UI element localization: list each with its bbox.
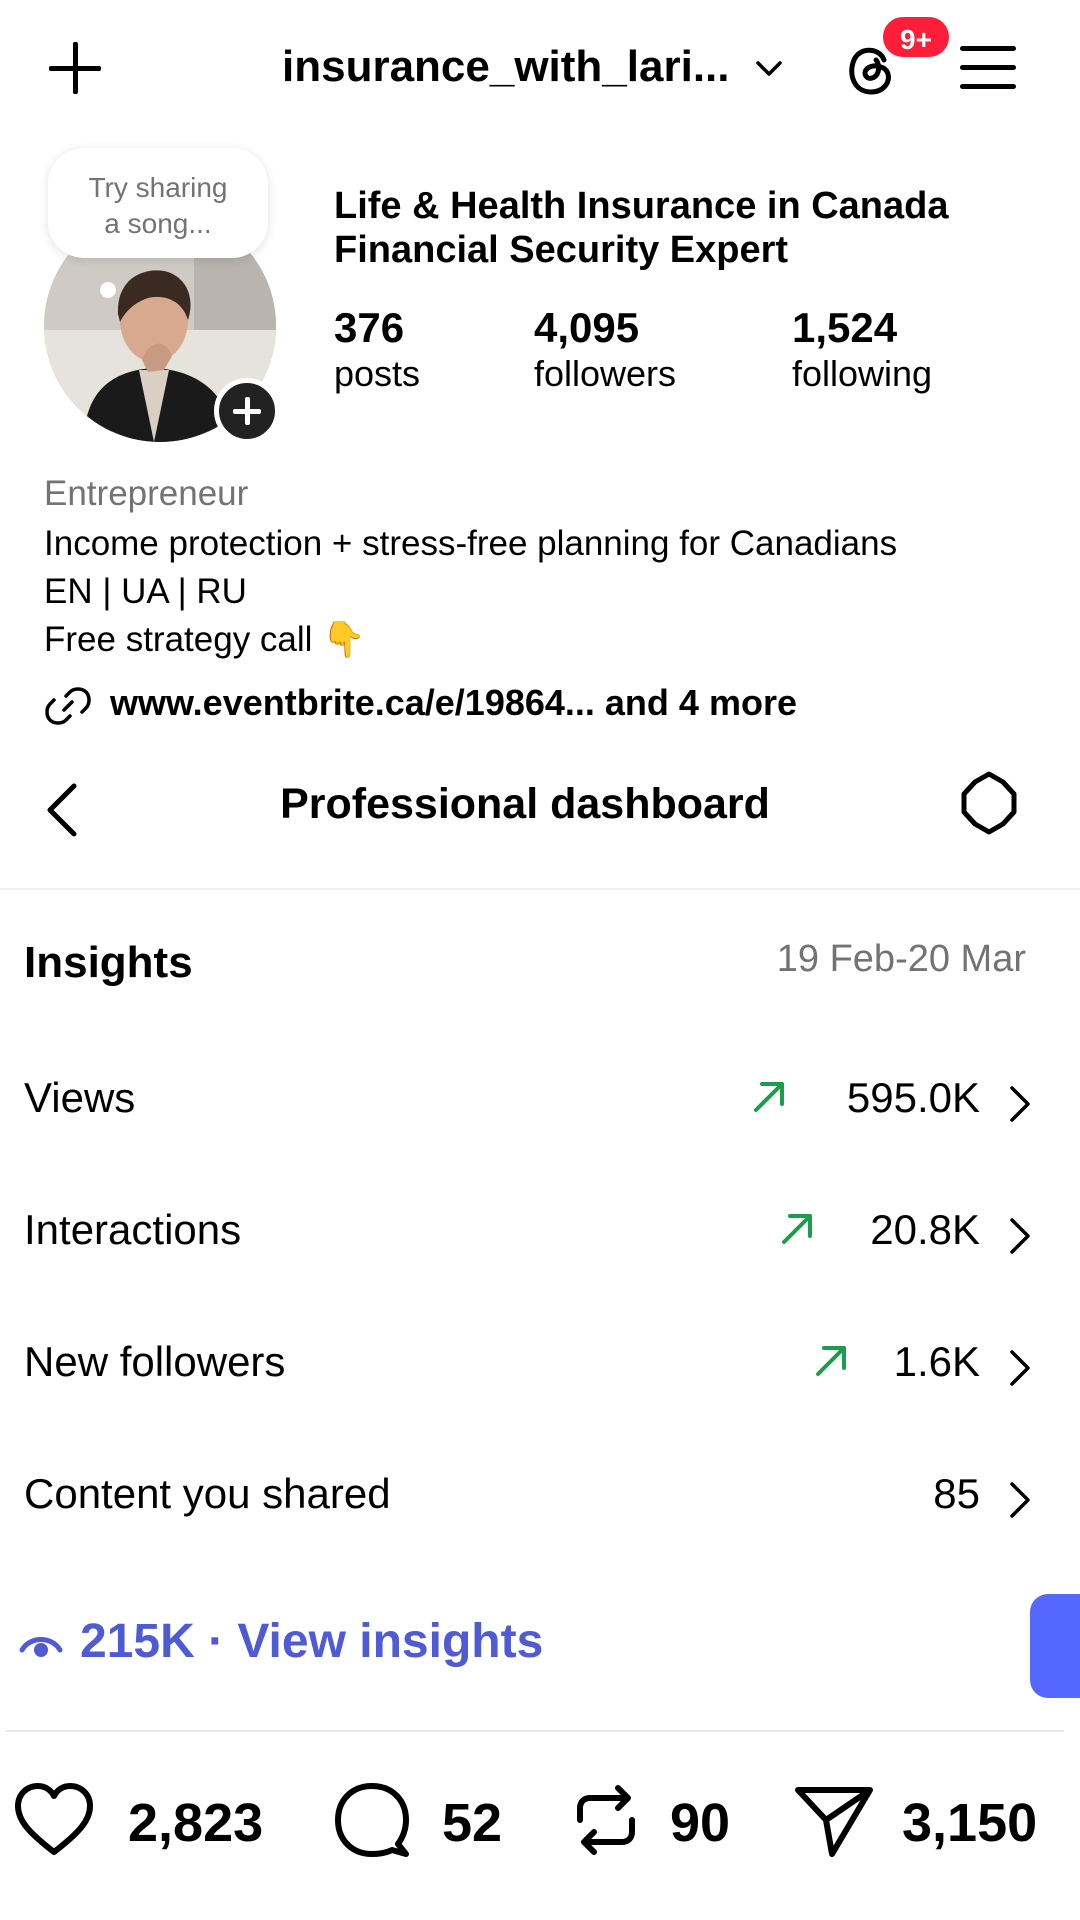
account-username[interactable]: insurance_with_lari... — [282, 42, 730, 92]
insight-label: Interactions — [24, 1206, 242, 1253]
shares-count[interactable]: 3,150 — [902, 1792, 1037, 1854]
stat-following[interactable]: 1,524 following — [792, 304, 932, 396]
note-prompt: Try sharing a song... — [88, 172, 228, 239]
chevron-right-icon — [1010, 1350, 1030, 1386]
bio-line: EN | UA | RU — [44, 572, 247, 611]
stat-label: posts — [334, 353, 421, 394]
stat-label: followers — [534, 353, 677, 394]
stat-value: 1,524 — [792, 304, 898, 351]
insight-row-content-shared[interactable]: Content you shared 85 — [0, 1440, 1080, 1540]
stat-label: following — [792, 353, 933, 394]
gear-icon[interactable] — [956, 770, 1022, 836]
insight-value: 20.8K — [870, 1206, 980, 1253]
insight-label: Content you shared — [24, 1470, 391, 1517]
dashboard-header: Professional dashboard — [0, 740, 1080, 890]
stat-value: 376 — [334, 304, 405, 351]
bio-line: Income protection + stress-free planning… — [44, 524, 898, 563]
link-icon — [45, 687, 91, 725]
chevron-right-icon — [1010, 1218, 1030, 1254]
trend-up-arrow-icon — [816, 1346, 846, 1376]
menu-icon[interactable] — [960, 44, 1016, 92]
stat-posts[interactable]: 376 posts — [334, 304, 420, 396]
insight-row-new-followers[interactable]: New followers 1.6K — [0, 1308, 1080, 1408]
bio-link[interactable]: www.eventbrite.ca/e/19864... and 4 more — [110, 682, 797, 724]
insight-row-interactions[interactable]: Interactions 20.8K — [0, 1176, 1080, 1276]
likes-count[interactable]: 2,823 — [128, 1792, 263, 1854]
top-bar: insurance_with_lari... 9+ — [0, 0, 1080, 140]
repost-icon[interactable] — [566, 1782, 646, 1858]
eye-icon — [19, 1637, 63, 1657]
trend-up-arrow-icon — [782, 1214, 812, 1244]
insight-value: 595.0K — [846, 1074, 980, 1121]
chevron-right-icon — [1010, 1086, 1030, 1122]
divider — [6, 1730, 1064, 1732]
comments-count[interactable]: 52 — [442, 1792, 502, 1854]
note-bubble[interactable]: Try sharing a song... — [48, 148, 268, 258]
bio-line: Free strategy call 👇 — [44, 620, 366, 659]
profile-name: Life & Health Insurance in Canada Financ… — [334, 184, 948, 272]
view-insights-link[interactable]: 215K · View insights — [80, 1614, 543, 1669]
profile-category: Entrepreneur — [44, 474, 249, 513]
note-bubble-tail — [100, 282, 116, 298]
insight-value: 1.6K — [893, 1338, 980, 1385]
comment-icon[interactable] — [332, 1782, 412, 1858]
profile-name-line1: Life & Health Insurance in Canada — [334, 185, 949, 227]
stat-value: 4,095 — [534, 304, 640, 351]
dashboard-title: Professional dashboard — [280, 780, 770, 828]
add-story-icon[interactable] — [214, 378, 280, 444]
chevron-right-icon — [1010, 1482, 1030, 1518]
insight-value: 85 — [933, 1470, 980, 1517]
stat-followers[interactable]: 4,095 followers — [534, 304, 676, 396]
side-floating-tab[interactable] — [1030, 1594, 1080, 1698]
trend-up-arrow-icon — [754, 1082, 784, 1112]
date-range: 19 Feb-20 Mar — [776, 938, 1026, 980]
insight-row-views[interactable]: Views 595.0K — [0, 1044, 1080, 1144]
reposts-count[interactable]: 90 — [670, 1792, 730, 1854]
insights-heading: Insights — [24, 938, 193, 987]
profile-name-line2: Financial Security Expert — [334, 229, 789, 271]
notification-badge[interactable]: 9+ — [880, 14, 952, 60]
create-plus-icon[interactable] — [45, 38, 105, 98]
insight-label: New followers — [24, 1338, 286, 1385]
share-send-icon[interactable] — [792, 1782, 876, 1858]
chevron-down-icon[interactable] — [752, 52, 786, 86]
heart-icon[interactable] — [14, 1782, 94, 1858]
insight-label: Views — [24, 1074, 136, 1121]
